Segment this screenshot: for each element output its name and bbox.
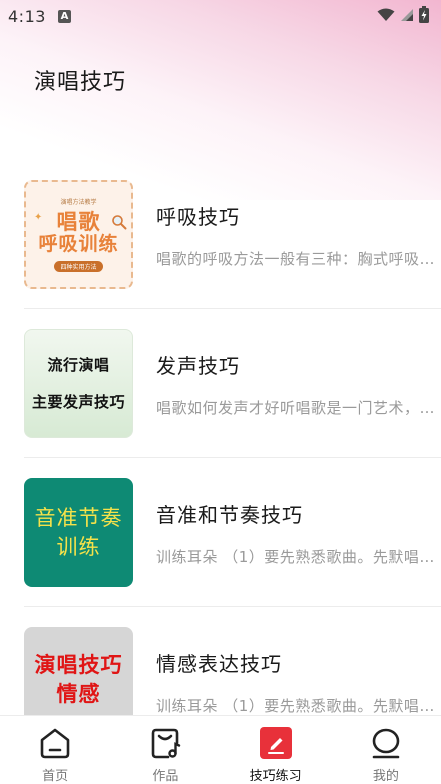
item-title: 音准和节奏技巧 [156,502,303,527]
list-item[interactable]: ✦ 演唱方法教学 唱歌 呼吸训练 四种实用方法 呼吸技巧 唱歌的呼吸方法一般有三… [0,160,441,309]
item-description: 唱歌如何发声才好听唱歌是一门艺术，需要掌握正确的发声方法 [156,398,441,417]
signal-icon [400,7,414,26]
thumbnail-text: 流行演唱 [47,355,110,374]
nav-home[interactable]: 首页 [0,716,110,784]
nav-label: 技巧练习 [249,769,302,784]
star-icon: ✦ [34,212,43,223]
thumbnail-text: 训练 [56,534,101,559]
item-texts: 音准和节奏技巧 训练耳朵 （1）要先熟悉歌曲。先默唱几遍 [156,499,441,567]
profile-icon [368,725,404,760]
technique-list: ✦ 演唱方法教学 唱歌 呼吸训练 四种实用方法 呼吸技巧 唱歌的呼吸方法一般有三… [0,160,441,756]
thumbnail-text: 主要发声技巧 [31,392,125,411]
thumbnail-text: 演唱技巧 [34,653,123,678]
item-texts: 情感表达技巧 训练耳朵 （1）要先熟悉歌曲。先默唱几遍 [156,648,441,716]
item-title: 发声技巧 [156,353,240,378]
thumbnail-text: 唱歌 [56,210,101,234]
nav-profile[interactable]: 我的 [331,716,441,784]
item-description: 训练耳朵 （1）要先熟悉歌曲。先默唱几遍 [156,696,441,715]
status-time: 4:13 [8,6,46,26]
battery-icon [419,5,429,27]
thumbnail-tag: 四种实用方法 [54,260,103,272]
page-title: 演唱技巧 [34,70,127,95]
notification-icon: A [57,9,71,23]
magnifier-icon [111,214,127,234]
status-bar: 4:13 A [0,0,441,32]
list-item[interactable]: 流行演唱 主要发声技巧 发声技巧 唱歌如何发声才好听唱歌是一门艺术，需要掌握正确… [0,309,441,458]
thumbnail-vocal: 流行演唱 主要发声技巧 [24,329,133,438]
item-texts: 呼吸技巧 唱歌的呼吸方法一般有三种：胸式呼吸、腹式呼吸和胸腹式联合呼吸 [156,201,441,269]
item-description: 训练耳朵 （1）要先熟悉歌曲。先默唱几遍 [156,547,441,566]
works-icon [147,725,183,760]
nav-label: 作品 [152,769,179,784]
thumbnail-text: 呼吸训练 [38,233,119,256]
thumbnail-caption: 演唱方法教学 [60,199,97,206]
thumbnail-text: 情感 [56,681,101,706]
status-icons [377,5,429,27]
thumbnail-breathing: ✦ 演唱方法教学 唱歌 呼吸训练 四种实用方法 [24,180,133,289]
nav-label: 首页 [42,769,69,784]
thumbnail-rhythm: 音准节奏 训练 [24,478,133,587]
item-description: 唱歌的呼吸方法一般有三种：胸式呼吸、腹式呼吸和胸腹式联合呼吸 [156,249,441,268]
item-title: 呼吸技巧 [156,204,240,229]
list-item[interactable]: 音准节奏 训练 音准和节奏技巧 训练耳朵 （1）要先熟悉歌曲。先默唱几遍 [0,458,441,607]
nav-skills[interactable]: 技巧练习 [221,716,331,784]
nav-works[interactable]: 作品 [110,716,220,784]
edit-icon [258,725,294,760]
thumbnail-text: 音准节奏 [34,506,123,531]
nav-label: 我的 [372,769,399,784]
home-icon [37,725,73,760]
item-title: 情感表达技巧 [156,651,282,676]
item-texts: 发声技巧 唱歌如何发声才好听唱歌是一门艺术，需要掌握正确的发声方法 [156,350,441,418]
bottom-navigation: 首页 作品 技巧练习 我的 [0,715,441,784]
wifi-icon [377,7,395,26]
